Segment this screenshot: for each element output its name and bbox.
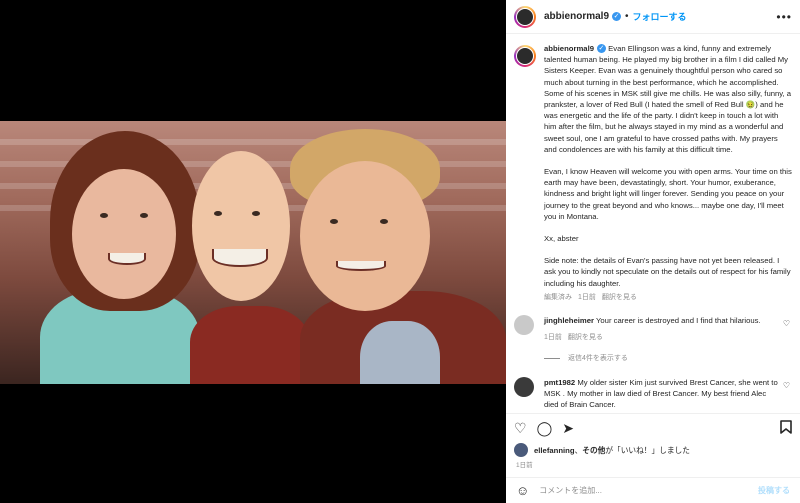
boy-undershirt — [360, 321, 440, 384]
author-username[interactable]: abbienormal9 — [544, 11, 609, 22]
comment-input[interactable] — [539, 486, 758, 495]
post-header: abbienormal9 ✓ • フォローする ••• — [506, 0, 800, 34]
bookmark-icon[interactable] — [780, 419, 792, 436]
comment-body: My older sister Kim just survived Brest … — [544, 378, 778, 410]
comment-item: jinghleheimer Your career is destroyed a… — [514, 315, 792, 343]
caption-paragraph: Evan, I know Heaven will welcome you wit… — [544, 167, 792, 221]
eye — [252, 211, 260, 216]
middle-face — [192, 151, 290, 301]
smile — [212, 249, 268, 267]
author-avatar[interactable] — [514, 5, 536, 28]
verified-icon: ✓ — [612, 12, 622, 21]
comment-meta: 1日前 翻訳を見る — [544, 332, 782, 343]
post-comment-button[interactable]: 投稿する — [758, 485, 790, 496]
caption-paragraph: Evan Ellingson was a kind, funny and ext… — [544, 44, 792, 154]
separator-dot: • — [625, 11, 629, 22]
liker-username[interactable]: ellefanning — [534, 446, 575, 455]
caption-username[interactable]: abbienormal9 — [544, 44, 594, 53]
comment-text: jinghleheimer Your career is destroyed a… — [544, 315, 782, 343]
caption: abbienormal9 ✓ Evan Ellingson was a kind,… — [514, 43, 792, 303]
action-bar: ♡ ◯ ➤ — [506, 413, 800, 441]
likes-others-link[interactable]: その他 — [582, 445, 605, 456]
commenter-username[interactable]: pmt1982 — [544, 378, 575, 387]
caption-meta: 編集済み 1日前 翻訳を見る — [544, 292, 792, 303]
post-media-area — [0, 0, 506, 503]
comment-composer: ☺ 投稿する — [506, 477, 800, 503]
caption-paragraph: Side note: the details of Evan's passing… — [544, 256, 791, 288]
comment-time: 1日前 — [544, 334, 562, 342]
like-heart-icon[interactable]: ♡ — [514, 421, 527, 435]
eye — [380, 219, 388, 224]
comment-like-icon[interactable]: ♡ — [783, 319, 790, 328]
background-stripe — [0, 139, 506, 145]
emoji-icon[interactable]: ☺ — [516, 483, 529, 498]
likes-separator: 、 — [574, 445, 583, 455]
comment-icon[interactable]: ◯ — [537, 421, 553, 435]
comment-body: Your career is destroyed and I find that… — [595, 316, 761, 326]
eye — [140, 213, 148, 218]
caption-text: abbienormal9 ✓ Evan Ellingson was a kind,… — [544, 43, 792, 303]
smile — [108, 253, 146, 265]
commenter-avatar[interactable] — [514, 377, 534, 398]
comment-text: pmt1982 My older sister Kim just survive… — [544, 377, 782, 410]
comment-item: pmt1982 My older sister Kim just survive… — [514, 377, 792, 410]
liker-avatar[interactable] — [514, 443, 528, 457]
more-options-icon[interactable]: ••• — [776, 10, 792, 24]
replies-divider — [544, 357, 560, 359]
translate-link[interactable]: 翻訳を見る — [602, 294, 637, 301]
follow-button[interactable]: フォローする — [633, 10, 687, 23]
post-panel: abbienormal9 ✓ • フォローする ••• abbienormal9… — [506, 0, 800, 503]
view-replies-button[interactable]: 返信4件を表示する — [544, 353, 792, 363]
commenter-avatar[interactable] — [514, 315, 534, 336]
eye — [330, 219, 338, 224]
likes-summary: ellefanning、その他 が「いいね！」しました — [514, 443, 690, 457]
comment-like-icon[interactable]: ♡ — [783, 381, 790, 390]
girl-face — [72, 169, 176, 299]
translate-link[interactable]: 翻訳を見る — [568, 334, 603, 341]
smile — [336, 261, 386, 271]
view-replies-label[interactable]: 返信4件を表示する — [568, 353, 628, 363]
post-photo[interactable] — [0, 121, 506, 384]
edited-label: 編集済み — [544, 293, 572, 301]
post-date: 1日前 — [516, 462, 533, 469]
likes-suffix: が「いいね！」しました — [605, 445, 690, 455]
commenter-username[interactable]: jinghleheimer — [544, 316, 594, 325]
comments-scroll-area[interactable]: abbienormal9 ✓ Evan Ellingson was a kind,… — [506, 35, 800, 413]
boy-face — [300, 161, 430, 311]
middle-shirt — [190, 306, 310, 384]
eye — [100, 213, 108, 218]
caption-avatar[interactable] — [514, 45, 536, 67]
eye — [214, 211, 222, 216]
caption-time: 1日前 — [578, 293, 596, 301]
share-icon[interactable]: ➤ — [562, 421, 574, 435]
verified-icon: ✓ — [596, 44, 606, 54]
caption-paragraph: Xx, abster — [544, 234, 579, 244]
